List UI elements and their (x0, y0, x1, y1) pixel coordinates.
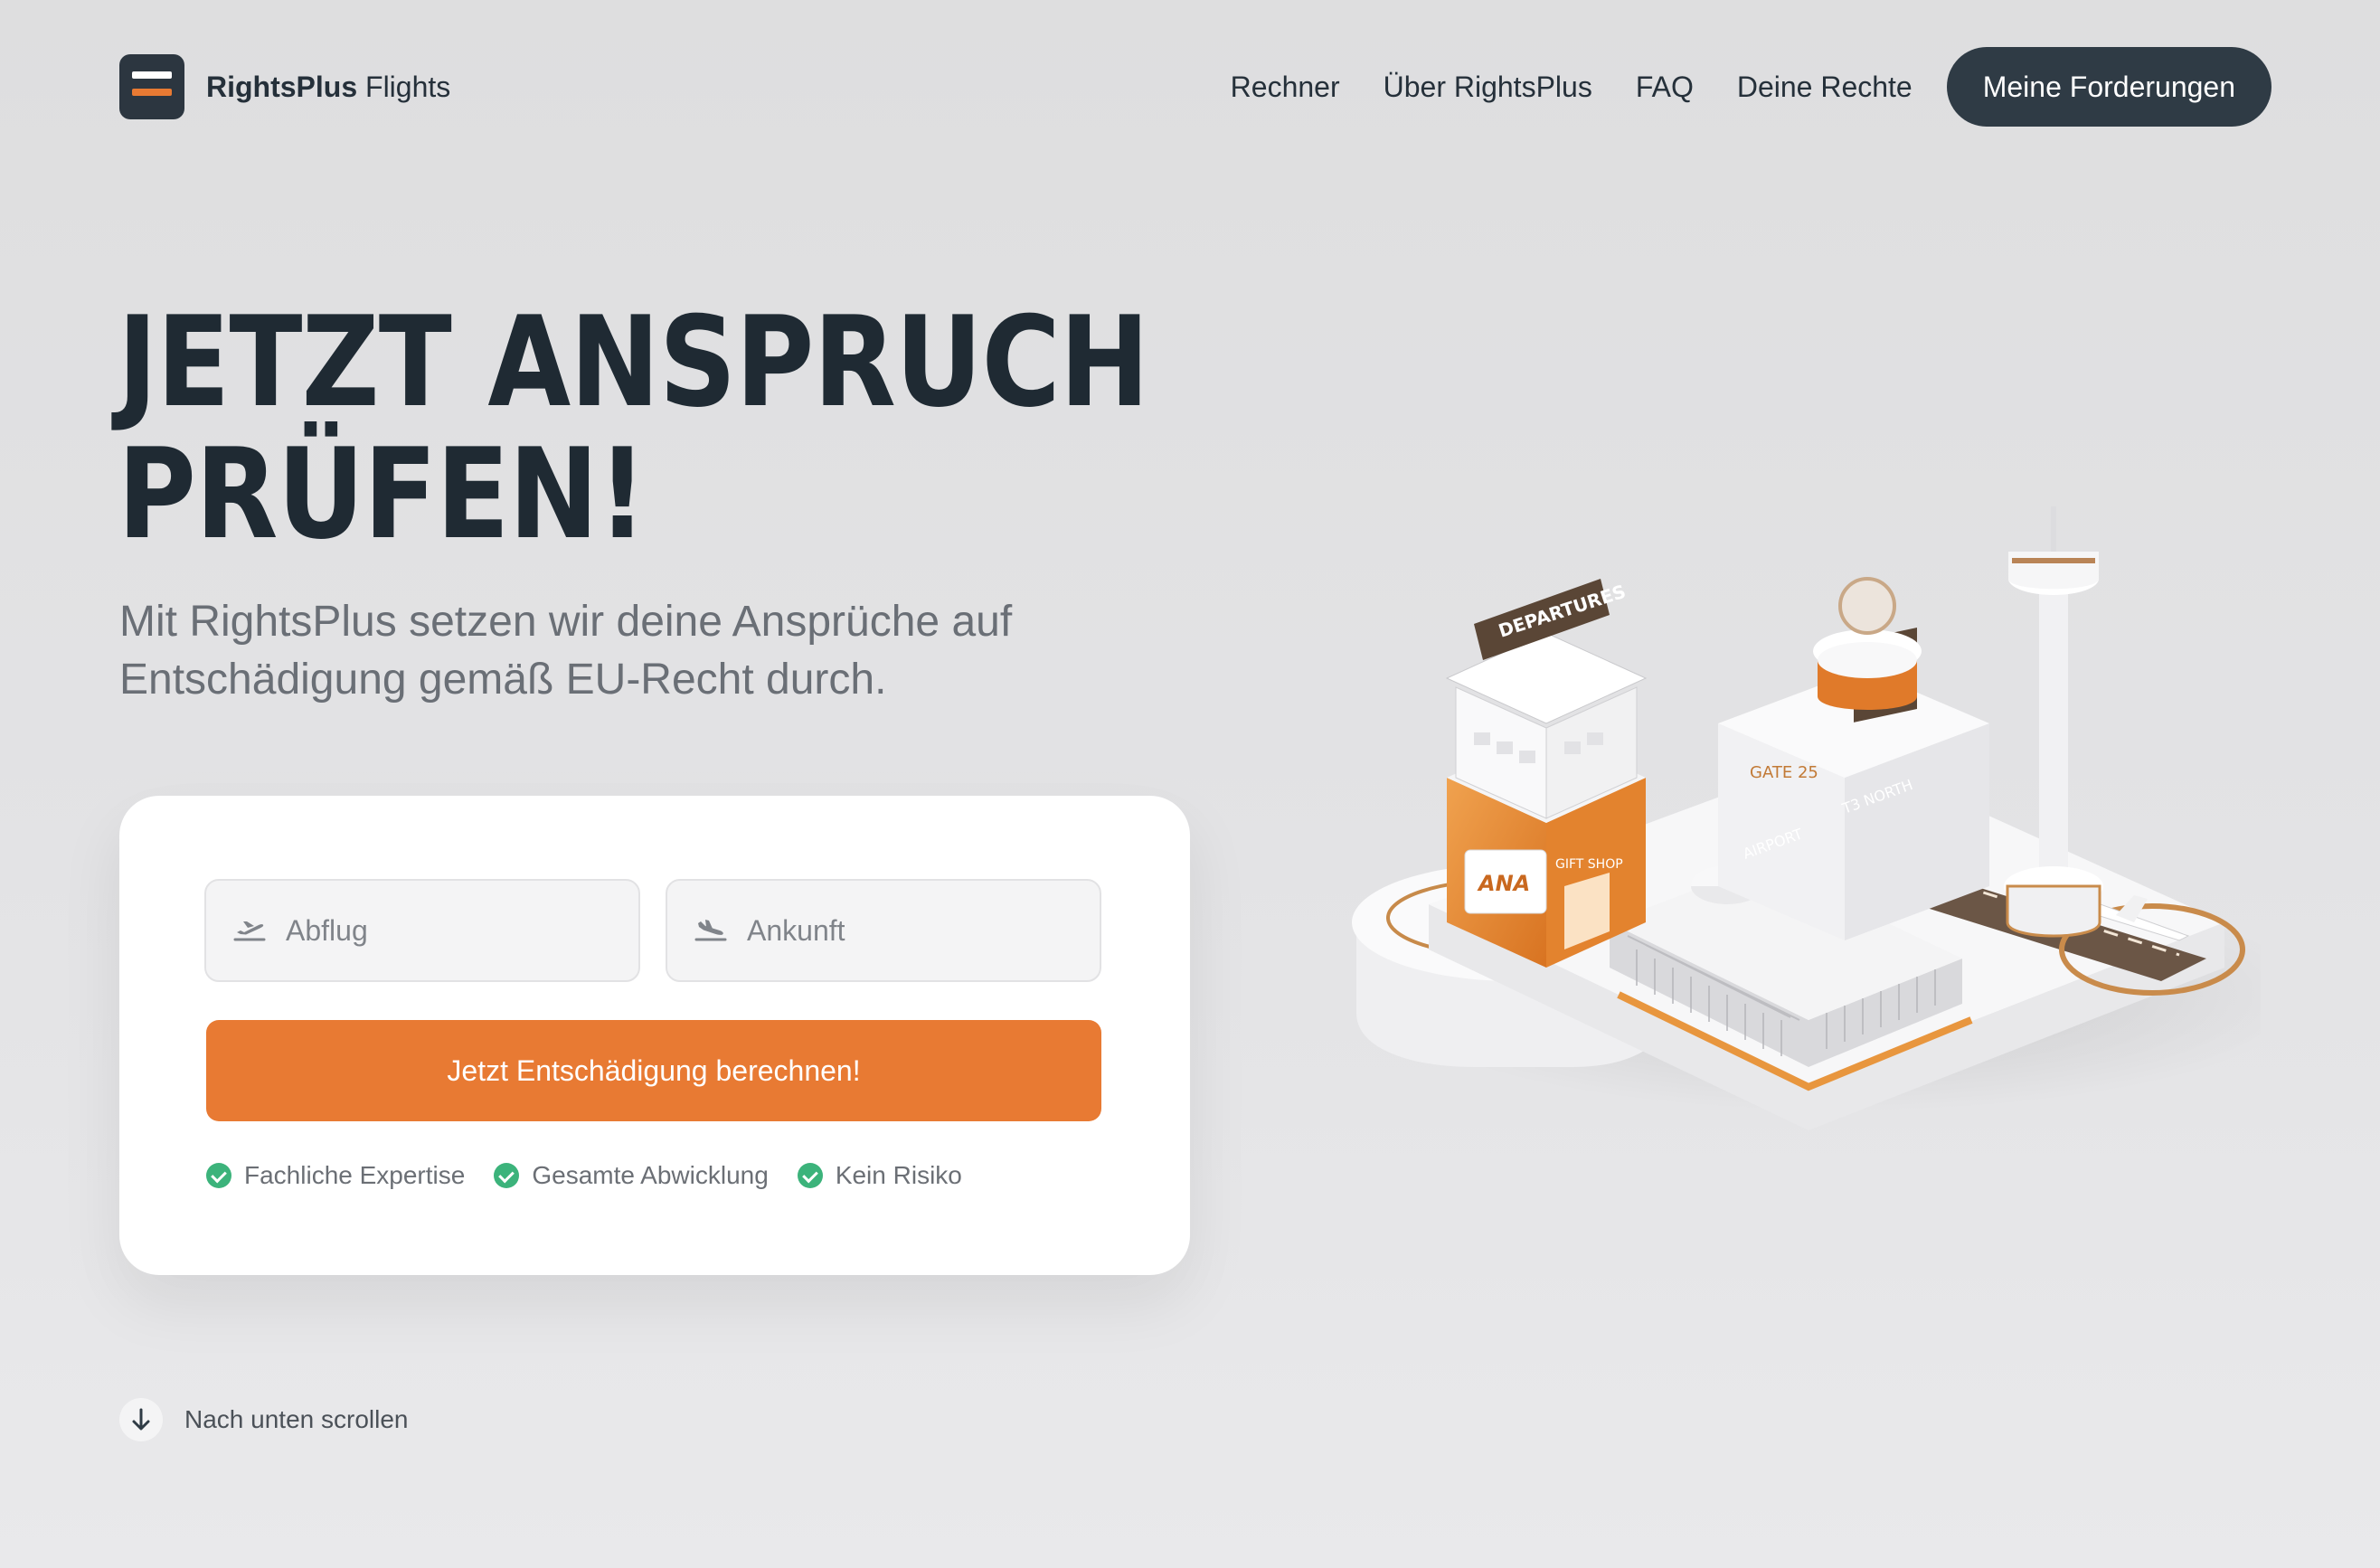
hero-title: JETZT ANSPRUCH PRÜFEN! (118, 297, 1149, 561)
takeoff-icon (233, 921, 266, 941)
departure-field[interactable] (204, 879, 640, 982)
arrow-down-icon (119, 1398, 163, 1441)
scroll-down-hint[interactable]: Nach unten scrollen (119, 1398, 408, 1441)
feature-label: Gesamte Abwicklung (532, 1161, 769, 1189)
route-inputs (204, 879, 1101, 982)
check-icon (206, 1163, 231, 1188)
top-nav: RightsPlus Flights Rechner Über RightsPl… (119, 45, 2271, 128)
gate-sign: GATE 25 (1750, 763, 1818, 782)
nav-link-rechte[interactable]: Deine Rechte (1737, 71, 1912, 104)
hero-title-line2: PRÜFEN! (118, 421, 647, 567)
logo-icon (119, 54, 184, 119)
brand[interactable]: RightsPlus Flights (119, 54, 450, 119)
gift-shop-sign: GIFT SHOP (1555, 857, 1623, 872)
check-icon (494, 1163, 520, 1188)
feature-item: Kein Risiko (797, 1161, 962, 1190)
airport-illustration: ANA GIFT SHOP DEPARTURES GATE 25 AIRPORT… (1352, 506, 2261, 1130)
arrival-field[interactable] (666, 879, 1101, 982)
nav-link-faq[interactable]: FAQ (1636, 71, 1694, 104)
landing-icon (694, 920, 727, 941)
nav-links: Rechner Über RightsPlus FAQ Deine Rechte… (1231, 47, 2271, 127)
hero-subtitle: Mit RightsPlus setzen wir deine Ansprüch… (119, 598, 1013, 704)
brand-name-light: Flights (357, 70, 451, 103)
my-claims-button[interactable]: Meine Forderungen (1946, 47, 2271, 127)
check-icon (797, 1163, 823, 1188)
brand-name: RightsPlus Flights (206, 71, 450, 104)
flight-search-card: Jetzt Entschädigung berechnen! Fachliche… (119, 796, 1190, 1275)
nav-link-ueber[interactable]: Über RightsPlus (1384, 71, 1592, 104)
scroll-hint-label: Nach unten scrollen (184, 1405, 409, 1433)
feature-item: Fachliche Expertise (206, 1161, 465, 1190)
feature-list: Fachliche Expertise Gesamte Abwicklung K… (206, 1161, 962, 1190)
nav-link-rechner[interactable]: Rechner (1231, 71, 1340, 104)
hero-title-line1: JETZT ANSPRUCH (118, 289, 1149, 435)
arrival-input[interactable] (747, 913, 1072, 948)
brand-name-bold: RightsPlus (206, 70, 358, 103)
airline-sign: ANA (1477, 871, 1530, 896)
calculate-compensation-button[interactable]: Jetzt Entschädigung berechnen! (206, 1020, 1101, 1121)
feature-label: Kein Risiko (835, 1161, 962, 1189)
feature-item: Gesamte Abwicklung (494, 1161, 769, 1190)
departure-input[interactable] (286, 913, 611, 948)
feature-label: Fachliche Expertise (244, 1161, 466, 1189)
